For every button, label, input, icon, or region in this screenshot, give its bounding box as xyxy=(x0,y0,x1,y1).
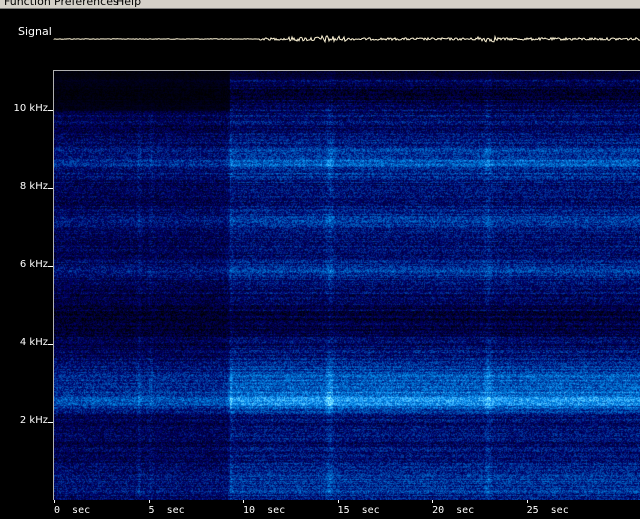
menu-preferences[interactable]: Preferences xyxy=(54,0,119,8)
x-tick-mark xyxy=(148,500,150,503)
y-tick-label: 10 kHz xyxy=(13,103,48,114)
y-tick-mark xyxy=(48,188,53,189)
signal-waveform xyxy=(53,34,640,44)
x-tick-label: 10 sec xyxy=(243,505,286,516)
x-tick-label: 0 sec xyxy=(54,505,91,516)
y-tick-mark xyxy=(48,422,53,423)
y-tick-mark xyxy=(48,110,53,111)
x-tick-mark xyxy=(243,500,245,503)
y-tick-label: 6 kHz xyxy=(19,259,48,270)
x-tick-label: 20 sec xyxy=(432,505,475,516)
spectrogram-panel[interactable] xyxy=(53,70,640,500)
x-tick-label: 15 sec xyxy=(337,505,380,516)
menu-function[interactable]: Function xyxy=(4,0,51,8)
y-tick-mark xyxy=(48,266,53,267)
y-tick-label: 2 kHz xyxy=(19,415,48,426)
y-tick-label: 8 kHz xyxy=(19,181,48,192)
y-tick-label: 4 kHz xyxy=(19,337,48,348)
x-tick-label: 25 sec xyxy=(526,505,569,516)
menu-help[interactable]: Help xyxy=(116,0,141,8)
y-tick-mark xyxy=(48,344,53,345)
x-tick-label: 5 sec xyxy=(148,505,185,516)
x-tick-mark xyxy=(54,500,55,503)
signal-trace xyxy=(53,34,640,44)
x-tick-mark xyxy=(432,500,434,503)
x-tick-mark xyxy=(337,500,339,503)
menu-bar: Function Preferences Help xyxy=(0,0,640,9)
spectrogram-heatmap[interactable] xyxy=(54,71,640,500)
x-tick-mark xyxy=(526,500,528,503)
